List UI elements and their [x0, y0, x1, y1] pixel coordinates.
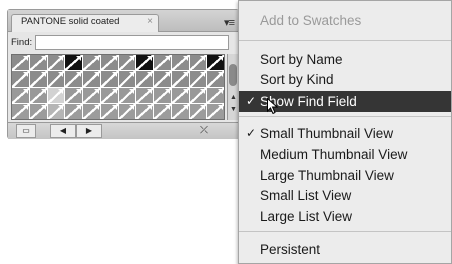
swatch-chip[interactable] — [154, 55, 171, 71]
swatch-chip[interactable] — [100, 87, 118, 103]
scroll-up-arrow-icon[interactable]: ▲ — [229, 94, 238, 102]
swatch-chip[interactable] — [136, 71, 153, 87]
swatch-chip[interactable] — [207, 103, 224, 119]
swatch-chip[interactable] — [65, 55, 82, 71]
swatch-chip[interactable] — [100, 103, 118, 119]
menu-item-sort-by-name[interactable]: Sort by Name — [239, 49, 451, 70]
menu-item-label: Sort by Name — [260, 52, 343, 67]
swatch-chip[interactable] — [29, 87, 47, 103]
menu-item-add-to-swatches[interactable]: Add to Swatches — [239, 10, 451, 31]
swatch-chip[interactable] — [12, 103, 29, 119]
swatches-panel: PANTONE solid coated × ▾≡ Find: ▲ ▼ ▭ ◀ … — [7, 9, 239, 139]
swatch-chip[interactable] — [83, 71, 100, 87]
swatch-chip[interactable] — [207, 55, 224, 71]
swatch-chip[interactable] — [171, 87, 189, 103]
menu-separator — [239, 231, 451, 232]
menu-item-small-list-view[interactable]: Small List View — [239, 185, 451, 206]
mouse-pointer-icon — [267, 98, 278, 114]
menu-item-large-thumbnail-view[interactable]: Large Thumbnail View — [239, 165, 451, 186]
swatch-chip[interactable] — [100, 71, 118, 87]
menu-separator — [239, 116, 451, 117]
scroll-thumb[interactable] — [229, 64, 237, 86]
menu-item-sort-by-kind[interactable]: Sort by Kind — [239, 69, 451, 90]
swatch-chip[interactable] — [189, 55, 207, 71]
swatch-chip[interactable] — [189, 103, 207, 119]
tab-pantone-solid-coated[interactable]: PANTONE solid coated × — [11, 14, 159, 32]
swatch-chip[interactable] — [154, 103, 171, 119]
swatch-chip[interactable] — [47, 55, 65, 71]
panel-menu-icon[interactable]: ▾≡ — [224, 16, 235, 29]
scroll-down-arrow-icon[interactable]: ▼ — [229, 106, 238, 114]
find-input[interactable] — [35, 35, 229, 50]
swatch-chip[interactable] — [83, 87, 100, 103]
menu-item-show-find-field[interactable]: ✓ Show Find Field — [239, 91, 451, 114]
swatch-chip[interactable] — [118, 87, 136, 103]
tab-close-icon[interactable]: × — [147, 16, 153, 27]
menu-item-label: Sort by Kind — [260, 72, 334, 87]
panel-flyout-menu: Add to Swatches Sort by Name Sort by Kin… — [238, 0, 452, 264]
swatch-chip[interactable] — [12, 55, 29, 71]
tab-label: PANTONE solid coated — [21, 16, 120, 27]
swatch-chip[interactable] — [136, 103, 153, 119]
find-label: Find: — [11, 37, 33, 48]
swatch-chip[interactable] — [83, 103, 100, 119]
find-row: Find: — [8, 34, 238, 51]
swatch-chip[interactable] — [136, 55, 153, 71]
menu-item-label: Persistent — [260, 242, 321, 257]
swatch-tool-icon[interactable]: ⤫ — [200, 125, 208, 136]
menu-item-label: Small Thumbnail View — [260, 126, 394, 141]
menu-item-large-list-view[interactable]: Large List View — [239, 206, 451, 227]
swatch-chip[interactable] — [118, 71, 136, 87]
menu-item-persistent[interactable]: Persistent — [239, 239, 451, 260]
menu-item-label: Small List View — [260, 188, 352, 203]
swatch-chip[interactable] — [118, 103, 136, 119]
check-icon: ✓ — [246, 94, 257, 108]
swatch-chip[interactable] — [189, 87, 207, 103]
swatch-chip[interactable] — [118, 55, 136, 71]
previous-library-button[interactable]: ◀ — [50, 124, 76, 138]
swatch-chip[interactable] — [12, 71, 29, 87]
swatch-chip[interactable] — [47, 103, 65, 119]
swatch-scrollbar[interactable]: ▲ ▼ — [227, 54, 238, 120]
swatch-chip[interactable] — [154, 71, 171, 87]
menu-item-label: Large Thumbnail View — [260, 168, 394, 183]
menu-item-medium-thumbnail-view[interactable]: Medium Thumbnail View — [239, 144, 451, 165]
panel-footer: ▭ ◀ ▶ ⤫ — [8, 122, 238, 139]
swatch-chip[interactable] — [189, 71, 207, 87]
menu-item-small-thumbnail-view[interactable]: ✓ Small Thumbnail View — [239, 123, 451, 144]
panel-tab-bar: PANTONE solid coated × ▾≡ — [8, 10, 238, 32]
swatch-chip[interactable] — [207, 87, 224, 103]
swatch-library-icon[interactable]: ▭ — [16, 124, 36, 138]
swatch-chip[interactable] — [100, 55, 118, 71]
swatch-chip[interactable] — [154, 87, 171, 103]
swatch-chip[interactable] — [136, 87, 153, 103]
swatch-chip[interactable] — [29, 55, 47, 71]
check-icon: ✓ — [246, 126, 257, 140]
swatch-chip[interactable] — [171, 55, 189, 71]
swatch-chip[interactable] — [47, 87, 65, 103]
swatch-chip[interactable] — [171, 103, 189, 119]
swatch-chip[interactable] — [83, 55, 100, 71]
menu-separator — [239, 40, 451, 41]
swatch-chip[interactable] — [65, 87, 82, 103]
menu-item-label: Add to Swatches — [260, 13, 362, 28]
swatch-chip[interactable] — [29, 71, 47, 87]
swatch-chip[interactable] — [65, 103, 82, 119]
swatch-grid — [11, 54, 225, 120]
swatch-chip[interactable] — [171, 71, 189, 87]
swatch-chip[interactable] — [29, 103, 47, 119]
swatch-chip[interactable] — [47, 71, 65, 87]
swatch-chip[interactable] — [12, 87, 29, 103]
next-library-button[interactable]: ▶ — [76, 124, 102, 138]
swatch-chip[interactable] — [207, 71, 224, 87]
menu-item-label: Large List View — [260, 209, 353, 224]
menu-item-label: Medium Thumbnail View — [260, 147, 408, 162]
swatch-chip[interactable] — [65, 71, 82, 87]
